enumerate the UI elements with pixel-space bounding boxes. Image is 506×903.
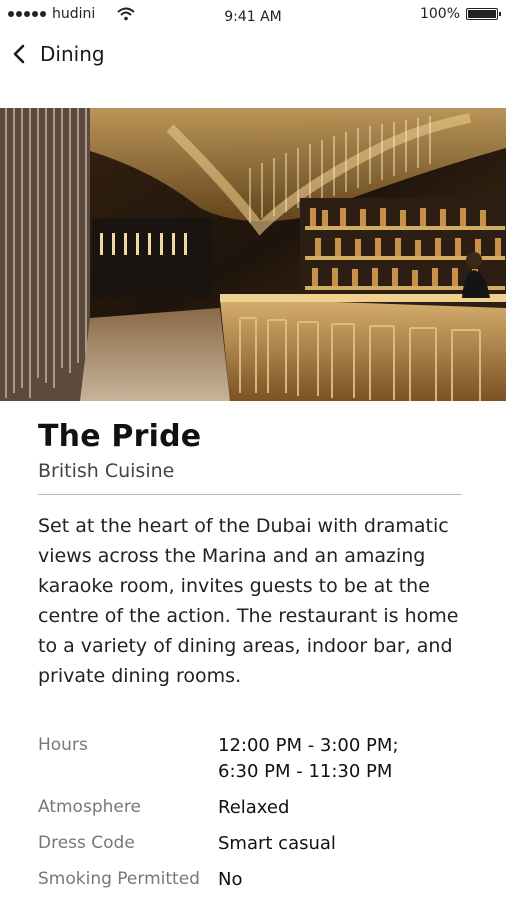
battery-icon xyxy=(466,8,501,20)
smoking-value: No xyxy=(218,869,243,890)
atmosphere-value: Relaxed xyxy=(218,797,290,818)
back-chevron-icon xyxy=(13,44,25,64)
divider xyxy=(38,494,462,495)
restaurant-photo-carousel[interactable] xyxy=(0,108,506,401)
battery-fill xyxy=(468,10,496,18)
cuisine-type: British Cuisine xyxy=(38,460,175,482)
dress-code-label: Dress Code xyxy=(38,833,135,853)
dress-code-value: Smart casual xyxy=(218,833,336,854)
restaurant-info: The Pride British Cuisine Set at the hea… xyxy=(38,401,462,691)
restaurant-name: The Pride xyxy=(38,419,202,454)
restaurant-photo xyxy=(0,108,506,401)
battery-percent: 100% xyxy=(419,6,460,22)
hours-label: Hours xyxy=(38,735,88,755)
restaurant-description: Set at the heart of the Dubai with drama… xyxy=(38,515,459,687)
status-bar: hudini 9:41 AM 100% xyxy=(0,0,506,32)
nav-bar: Dining xyxy=(0,40,506,80)
back-button[interactable]: Dining xyxy=(12,42,105,66)
back-label: Dining xyxy=(40,42,105,66)
atmosphere-row: Atmosphere Relaxed xyxy=(38,795,478,821)
smoking-row: Smoking Permitted No xyxy=(38,867,478,893)
hours-value: 12:00 PM - 3:00 PM; 6:30 PM - 11:30 PM xyxy=(218,733,399,785)
atmosphere-label: Atmosphere xyxy=(38,797,141,817)
dress-code-row: Dress Code Smart casual xyxy=(38,831,478,857)
battery-group: 100% xyxy=(419,6,501,22)
smoking-label: Smoking Permitted xyxy=(38,869,200,889)
hours-value-line-1: 12:00 PM - 3:00 PM; xyxy=(218,735,399,756)
hours-value-line-2: 6:30 PM - 11:30 PM xyxy=(218,761,393,782)
hours-row: Hours 12:00 PM - 3:00 PM; 6:30 PM - 11:3… xyxy=(38,733,478,785)
details-table: Hours 12:00 PM - 3:00 PM; 6:30 PM - 11:3… xyxy=(38,733,478,903)
